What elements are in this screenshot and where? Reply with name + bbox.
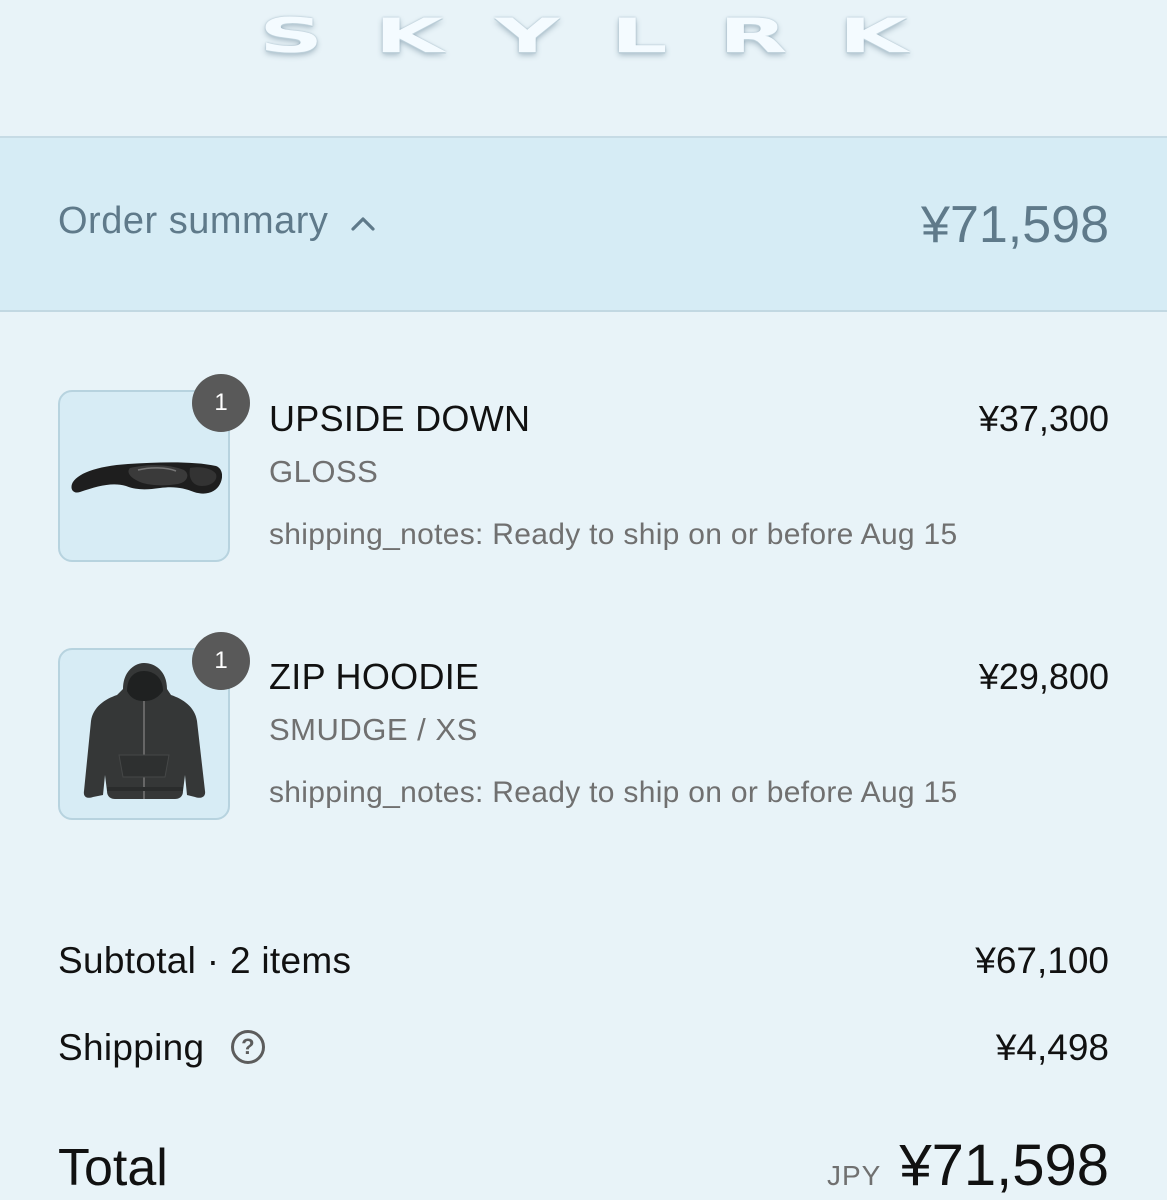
total-label: Total bbox=[58, 1139, 168, 1197]
zip-hoodie-image bbox=[83, 663, 206, 799]
chevron-up-icon bbox=[351, 216, 376, 231]
product-thumbnail[interactable]: 1 bbox=[58, 632, 250, 820]
quantity-badge: 1 bbox=[192, 632, 250, 690]
total-value: ¥71,598 bbox=[899, 1133, 1109, 1198]
item-price: ¥29,800 bbox=[978, 656, 1109, 697]
order-summary-total: ¥71,598 bbox=[921, 196, 1109, 254]
line-item: 1 UPSIDE DOWN GLOSS shipping_notes: Read… bbox=[58, 374, 1109, 620]
shipping-row: Shipping ? bbox=[58, 1027, 266, 1069]
line-item: 1 ZIP HOODIE SMUDGE / XS shipping_notes:… bbox=[58, 632, 1109, 878]
item-name: ZIP HOODIE bbox=[269, 656, 480, 697]
item-shipping-notes: shipping_notes: Ready to ship on or befo… bbox=[269, 518, 958, 551]
item-price: ¥37,300 bbox=[978, 398, 1109, 439]
item-variant: SMUDGE / XS bbox=[269, 712, 478, 747]
shipping-value: ¥4,498 bbox=[995, 1027, 1109, 1068]
checkout-page: SKYLRK Order summary ¥71,598 1 UPSIDE DO… bbox=[0, 0, 1167, 1200]
item-name: UPSIDE DOWN bbox=[269, 398, 531, 439]
product-thumbnail[interactable]: 1 bbox=[58, 374, 250, 562]
item-shipping-notes: shipping_notes: Ready to ship on or befo… bbox=[269, 776, 958, 809]
item-variant: GLOSS bbox=[269, 454, 379, 489]
quantity-badge: 1 bbox=[192, 374, 250, 432]
sunglasses-image bbox=[71, 462, 222, 494]
shipping-label: Shipping bbox=[58, 1027, 205, 1068]
order-summary-label: Order summary bbox=[58, 200, 329, 242]
currency-code: JPY bbox=[826, 1160, 882, 1191]
subtotal-label: Subtotal · 2 items bbox=[58, 940, 352, 981]
brand-logo[interactable]: SKYLRK bbox=[0, 8, 1167, 63]
question-circle-icon[interactable]: ? bbox=[231, 1030, 266, 1065]
header: SKYLRK bbox=[0, 0, 1167, 138]
subtotal-value: ¥67,100 bbox=[975, 940, 1109, 981]
total-amount: JPY ¥71,598 bbox=[827, 1132, 1109, 1199]
order-summary-toggle[interactable]: Order summary bbox=[58, 200, 376, 243]
